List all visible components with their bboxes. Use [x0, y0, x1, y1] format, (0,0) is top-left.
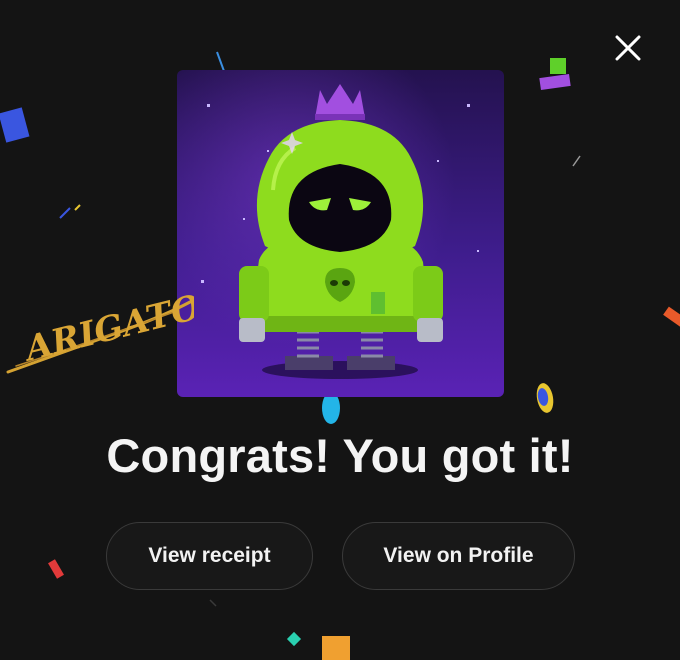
alien-hoodie-character-image [177, 70, 504, 397]
view-receipt-button[interactable]: View receipt [106, 522, 313, 590]
congrats-title: Congrats! You got it! [106, 429, 574, 482]
svg-text:ARIGATO: ARIGATO [19, 287, 194, 370]
close-icon [615, 35, 641, 61]
view-on-profile-button[interactable]: View on Profile [342, 522, 575, 590]
arigato-signature-logo: ARIGATO [6, 287, 194, 374]
nft-artwork [177, 70, 504, 397]
close-button[interactable] [608, 28, 648, 68]
congrats-dialog: ARIGATO Congrats! You got it! View recei… [0, 0, 680, 660]
